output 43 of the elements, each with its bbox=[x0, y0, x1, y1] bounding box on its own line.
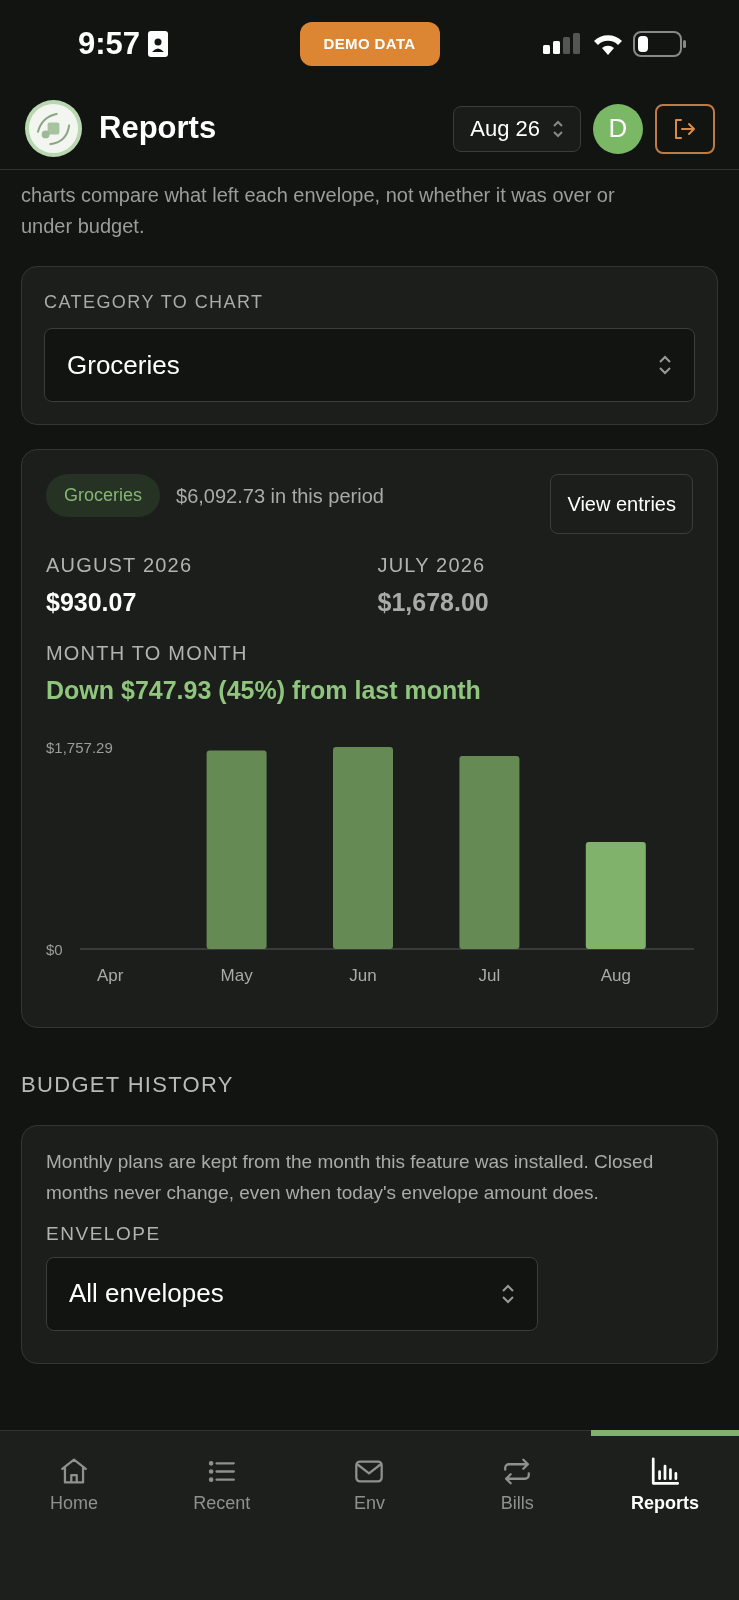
axis-label: Jun bbox=[349, 966, 377, 985]
nav-tab[interactable]: Recent bbox=[193, 1457, 251, 1517]
month-amount: $930.07 bbox=[46, 587, 138, 618]
envelope-icon bbox=[353, 1457, 386, 1486]
envelope-select[interactable]: All envelopes bbox=[46, 1256, 538, 1331]
status-time: 9:57 bbox=[78, 24, 141, 63]
demo-badge: DEMO DATA bbox=[299, 21, 440, 67]
nav-tab[interactable]: Bills bbox=[500, 1457, 534, 1517]
intro-text: charts compare what left each envelope, not whether it was over or under budget. bbox=[21, 183, 616, 239]
battery-icon bbox=[633, 31, 687, 57]
logout-icon bbox=[673, 117, 697, 140]
page-title: Reports bbox=[99, 109, 217, 148]
period-total: $6,092.73 in this period bbox=[176, 483, 384, 509]
month-select[interactable]: Aug 26 bbox=[453, 105, 581, 152]
bar-chart-icon bbox=[649, 1457, 682, 1486]
nav-tab[interactable]: Reports bbox=[631, 1457, 700, 1517]
section-heading: BUDGET HISTORY bbox=[21, 1071, 235, 1099]
category-select[interactable]: Groceries bbox=[44, 328, 695, 402]
logout-button[interactable] bbox=[655, 103, 715, 154]
axis-label: May bbox=[220, 966, 253, 985]
budget-history-text: Monthly plans are kept from the month this feature was installed. Closed months never change, even when today's envelope amount does. bbox=[46, 1150, 655, 1205]
month-amount: $1,678.00 bbox=[377, 587, 490, 618]
nav-tab[interactable]: Home bbox=[49, 1457, 98, 1517]
axis-label: Aug bbox=[600, 966, 631, 985]
signal-icon bbox=[543, 32, 583, 56]
chevrons-icon bbox=[501, 1282, 515, 1305]
axis-label: Jul bbox=[478, 966, 501, 985]
chevrons-icon bbox=[658, 354, 672, 376]
category-tag: Groceries bbox=[46, 474, 161, 517]
axis-label: $1,757.29 bbox=[46, 738, 113, 756]
id-badge-icon bbox=[148, 31, 169, 57]
field-label: ENVELOPE bbox=[46, 1222, 162, 1246]
field-label: CATEGORY TO CHART bbox=[44, 291, 265, 314]
month-label: AUGUST 2026 bbox=[46, 553, 194, 578]
nav-tab[interactable]: Env bbox=[353, 1457, 386, 1517]
section-label: MONTH TO MONTH bbox=[46, 640, 249, 666]
change-summary: Down $747.93 (45%) from last month bbox=[46, 674, 482, 706]
chevrons-icon bbox=[552, 118, 564, 139]
month-label: JULY 2026 bbox=[377, 553, 487, 578]
view-entries-button[interactable]: View entries bbox=[550, 474, 693, 534]
app-logo bbox=[24, 99, 83, 158]
axis-label: $0 bbox=[46, 940, 63, 958]
axis-label: Apr bbox=[96, 966, 124, 985]
